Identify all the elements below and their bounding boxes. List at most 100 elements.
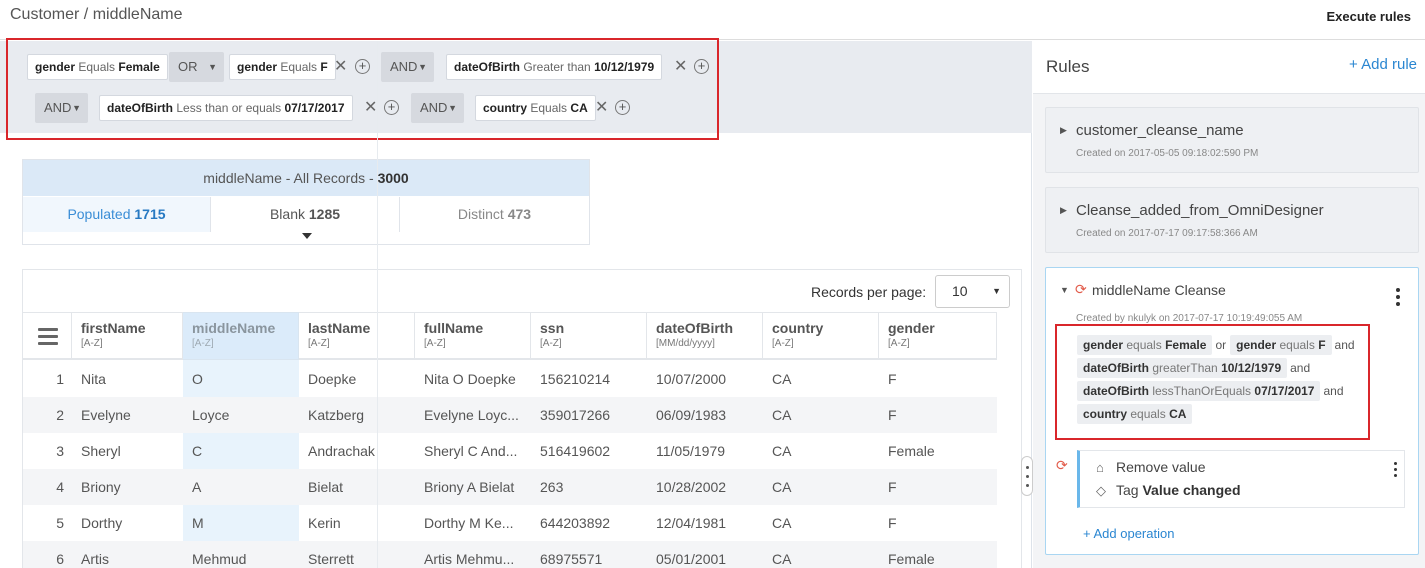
column-header-lastname[interactable]: lastName [A-Z]: [299, 313, 415, 359]
caret-down-icon: ▼: [992, 286, 1001, 296]
tag-operation[interactable]: ◇ Tag Value changed: [1096, 482, 1241, 499]
column-format: [A-Z]: [424, 338, 446, 349]
row-number: 4: [56, 479, 64, 495]
cell-ssn: 156210214: [540, 371, 611, 387]
table-row[interactable]: 2 Evelyne Loyce Katzberg Evelyne Loyc...…: [23, 397, 997, 433]
stats-title-text: middleName - All Records -: [203, 170, 378, 186]
column-header-gender[interactable]: gender [A-Z]: [879, 313, 997, 359]
row-number: 3: [56, 443, 64, 459]
expand-arrow-icon[interactable]: ▶: [1060, 205, 1067, 216]
column-name: fullName: [424, 320, 484, 336]
column-name: country: [772, 320, 824, 336]
cell-ssn: 263: [540, 479, 564, 495]
rule-card-cleanse-added[interactable]: ▶ Cleanse_added_from_OmniDesigner Create…: [1045, 187, 1419, 253]
column-header-firstname[interactable]: firstName [A-Z]: [72, 313, 183, 359]
cell-middlename: A: [192, 479, 202, 495]
rules-title: Rules: [1046, 57, 1090, 76]
cell-gender: F: [888, 515, 897, 531]
cell-country: CA: [772, 371, 792, 387]
row-number: 2: [56, 407, 64, 423]
cell-gender: Female: [888, 443, 935, 459]
cell-firstname: Nita: [81, 371, 106, 387]
breadcrumb: Customer / middleName: [10, 6, 183, 23]
column-menu-cell[interactable]: [23, 313, 72, 359]
more-options-icon[interactable]: [1396, 288, 1402, 309]
cell-fullname: Sheryl C And...: [424, 443, 518, 459]
column-header-ssn[interactable]: ssn [A-Z]: [531, 313, 647, 359]
app-root: Customer / middleName Execute rules gend…: [0, 0, 1425, 568]
cell-lastname: Bielat: [308, 479, 344, 495]
cell-fullname: Nita O Doepke: [424, 371, 516, 387]
cell-firstname: Briony: [81, 479, 121, 495]
collapse-arrow-icon[interactable]: ▼: [1060, 285, 1069, 295]
cell-lastname: Kerin: [308, 515, 341, 531]
more-options-icon[interactable]: [1394, 462, 1400, 480]
execute-rules-button[interactable]: Execute rules: [1326, 9, 1411, 24]
cell-fullname: Evelyne Loyc...: [424, 407, 519, 423]
row-number: 5: [56, 515, 64, 531]
operations-box: ⌂ Remove value ◇ Tag Value changed: [1077, 450, 1405, 508]
column-header-fullname[interactable]: fullName [A-Z]: [415, 313, 531, 359]
stats-total: 3000: [377, 170, 409, 186]
rule-created: Created on 2017-07-17 09:17:58:366 AM: [1076, 228, 1258, 239]
records-per-page-label: Records per page:: [811, 284, 927, 300]
records-per-page-select[interactable]: 10 ▼: [935, 275, 1010, 308]
blank-tab[interactable]: Blank 1285: [211, 197, 400, 232]
cell-gender: Female: [888, 551, 935, 567]
hamburger-menu-icon[interactable]: [38, 328, 58, 349]
distinct-tab[interactable]: Distinct 473: [400, 197, 589, 232]
cell-lastname: Sterrett: [308, 551, 354, 567]
collapse-caret-icon[interactable]: [302, 233, 312, 239]
cell-lastname: Doepke: [308, 371, 357, 387]
refresh-icon: ⟳: [1056, 457, 1068, 473]
cell-dateofbirth: 12/04/1981: [656, 515, 727, 531]
table-row[interactable]: 5 Dorthy M Kerin Dorthy M Ke... 64420389…: [23, 505, 997, 541]
cell-firstname: Artis: [81, 551, 109, 567]
column-name: gender: [888, 320, 935, 336]
distinct-label: Distinct: [457, 206, 504, 222]
rule-card-middlename-cleanse[interactable]: ▼ ⟳ middleName Cleanse Created by nkulyk…: [1045, 267, 1419, 555]
cell-country: CA: [772, 443, 792, 459]
records-per-page-value: 10: [952, 283, 968, 299]
distinct-count: 473: [507, 206, 532, 222]
cell-gender: F: [888, 407, 897, 423]
refresh-icon: ⟳: [1075, 281, 1087, 297]
stats-title: middleName - All Records - 3000: [23, 160, 589, 196]
broom-icon: ⌂: [1096, 460, 1104, 475]
data-pane: gender Equals Female OR ▼ gender Equals …: [0, 38, 1032, 568]
table-row[interactable]: 3 Sheryl C Andrachak Sheryl C And... 516…: [23, 433, 997, 469]
column-header-dateofbirth[interactable]: dateOfBirth [MM/dd/yyyy]: [647, 313, 763, 359]
table-row[interactable]: 1 Nita O Doepke Nita O Doepke 156210214 …: [23, 361, 997, 397]
row-number: 6: [56, 551, 64, 567]
cell-dateofbirth: 06/09/1983: [656, 407, 727, 423]
conditions-highlight-box: [1055, 324, 1370, 440]
cell-gender: F: [888, 479, 897, 495]
rules-header: Rules + Add rule: [1033, 41, 1425, 94]
rule-card-customer-cleanse-name[interactable]: ▶ customer_cleanse_name Created on 2017-…: [1045, 107, 1419, 173]
blank-count: 1285: [308, 206, 341, 222]
column-name: middleName: [192, 320, 276, 336]
cell-lastname: Katzberg: [308, 407, 365, 423]
cell-ssn: 516419602: [540, 443, 611, 459]
cell-dateofbirth: 10/28/2002: [656, 479, 727, 495]
add-rule-button[interactable]: + Add rule: [1349, 56, 1417, 73]
add-operation-link[interactable]: + Add operation: [1083, 526, 1174, 541]
pane-resize-handle[interactable]: [1021, 456, 1033, 496]
profile-stats-panel: middleName - All Records - 3000 Populate…: [22, 159, 590, 245]
table-row[interactable]: 6 Artis Mehmud Sterrett Artis Mehmu... 6…: [23, 541, 997, 568]
cell-dateofbirth: 11/05/1979: [656, 443, 726, 459]
column-name: firstName: [81, 320, 146, 336]
blank-label: Blank: [269, 206, 305, 222]
cell-middlename: O: [192, 371, 203, 387]
column-header-country[interactable]: country [A-Z]: [763, 313, 879, 359]
cell-firstname: Evelyne: [81, 407, 131, 423]
remove-value-operation[interactable]: ⌂ Remove value: [1096, 459, 1206, 475]
column-format: [A-Z]: [81, 338, 103, 349]
column-header-middlename[interactable]: middleName [A-Z]: [183, 313, 299, 359]
column-format: [A-Z]: [192, 338, 214, 349]
grid-header: firstName [A-Z] middleName [A-Z] lastNam…: [23, 312, 997, 360]
table-row[interactable]: 4 Briony A Bielat Briony A Bielat 263 10…: [23, 469, 997, 505]
populated-tab[interactable]: Populated 1715: [23, 197, 211, 232]
cell-dateofbirth: 05/01/2001: [656, 551, 727, 567]
expand-arrow-icon[interactable]: ▶: [1060, 125, 1067, 136]
